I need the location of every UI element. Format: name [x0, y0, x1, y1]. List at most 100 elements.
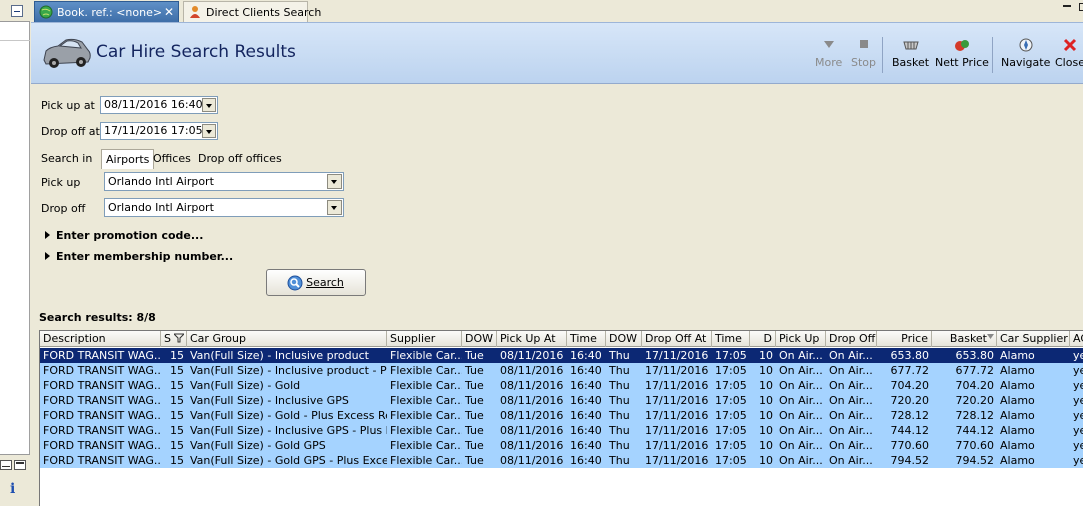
- table-cell: FORD TRANSIT WAG...: [43, 454, 161, 467]
- minimize-icon[interactable]: [0, 460, 12, 470]
- left-panel-header: [0, 0, 30, 22]
- column-header[interactable]: Basket: [932, 331, 997, 347]
- sort-descending-icon: [987, 334, 994, 339]
- pickup-location-value: Orlando Intl Airport: [108, 175, 214, 188]
- table-cell: 16:40: [570, 454, 602, 467]
- search-in-offices[interactable]: Offices: [149, 149, 195, 169]
- table-cell: On Air...: [829, 349, 873, 362]
- table-row[interactable]: FORD TRANSIT WAG... 15 Van(Full Size) - Go…: [40, 453, 1083, 468]
- column-header[interactable]: Supplier: [387, 331, 462, 347]
- column-header[interactable]: Pick Up At: [497, 331, 567, 347]
- window-minimize-icon[interactable]: [1063, 5, 1071, 7]
- table-cell: 17/11/2016: [645, 364, 709, 377]
- tab-booking[interactable]: Book. ref.: <none> ✕: [34, 1, 179, 22]
- pickup-at-field[interactable]: 08/11/2016 16:40: [100, 96, 218, 114]
- results-table: Description S Car Group Supplier DOW Pic…: [39, 330, 1083, 506]
- dropoff-at-field[interactable]: 17/11/2016 17:05: [100, 122, 218, 140]
- search-results-count: Search results: 8/8: [39, 311, 156, 324]
- table-cell: Van(Full Size) - Gold GPS - Plus Excess.…: [190, 454, 387, 467]
- column-header[interactable]: Description: [40, 331, 161, 347]
- search-in-dropoff-offices[interactable]: Drop off offices: [194, 149, 286, 169]
- table-cell: Thu: [609, 439, 630, 452]
- tab-direct-clients-search[interactable]: Direct Clients Search: [183, 1, 321, 22]
- column-header[interactable]: Pick Up: [776, 331, 826, 347]
- window-restore-icon[interactable]: [1079, 3, 1083, 11]
- navigate-button[interactable]: Navigate: [1001, 37, 1050, 69]
- table-cell: 08/11/2016: [500, 454, 564, 467]
- table-row[interactable]: FORD TRANSIT WAG... 15 Van(Full Size) - Go…: [40, 378, 1083, 393]
- table-cell: On Air...: [829, 439, 873, 452]
- table-cell: 16:40: [570, 394, 602, 407]
- expand-arrow-icon: [45, 231, 50, 239]
- calendar-dropdown-icon[interactable]: [202, 98, 216, 112]
- column-header[interactable]: S: [161, 331, 187, 347]
- search-button-label: Search: [306, 276, 344, 289]
- filter-icon: [174, 333, 184, 343]
- close-tab-icon[interactable]: ✕: [164, 2, 174, 23]
- table-cell: On Air...: [779, 364, 823, 377]
- column-header[interactable]: AC: [1070, 331, 1083, 347]
- table-cell: Van(Full Size) - Inclusive GPS: [190, 394, 349, 407]
- table-cell: 16:40: [570, 349, 602, 362]
- table-cell: On Air...: [779, 424, 823, 437]
- column-header[interactable]: D: [750, 331, 776, 347]
- dropoff-location-select[interactable]: Orlando Intl Airport: [104, 198, 344, 217]
- table-cell: Alamo: [1000, 394, 1035, 407]
- pickup-at-label: Pick up at: [41, 99, 95, 112]
- table-cell: 16:40: [570, 409, 602, 422]
- column-header[interactable]: Car Group: [187, 331, 387, 347]
- stop-button[interactable]: Stop: [851, 37, 876, 69]
- table-cell: Thu: [609, 349, 630, 362]
- column-header[interactable]: Car Supplier: [997, 331, 1070, 347]
- membership-number-expander[interactable]: Enter membership number...: [45, 250, 233, 263]
- table-row[interactable]: FORD TRANSIT WAG... 15 Van(Full Size) - Go…: [40, 408, 1083, 423]
- table-cell: 08/11/2016: [500, 424, 564, 437]
- column-header[interactable]: DOW: [606, 331, 642, 347]
- column-header[interactable]: DOW: [462, 331, 497, 347]
- car-icon: [43, 38, 91, 68]
- more-label: More: [815, 56, 843, 69]
- column-header[interactable]: Drop Off: [826, 331, 877, 347]
- table-cell: Van(Full Size) - Gold - Plus Excess Ref.…: [190, 409, 387, 422]
- table-cell: 10: [759, 394, 773, 407]
- table-cell: Thu: [609, 424, 630, 437]
- table-cell: 17/11/2016: [645, 394, 709, 407]
- column-header[interactable]: Drop Off At: [642, 331, 712, 347]
- table-cell: ye: [1073, 379, 1083, 392]
- table-cell: 17:05: [715, 439, 747, 452]
- table-row[interactable]: FORD TRANSIT WAG... 15 Van(Full Size) - In…: [40, 393, 1083, 408]
- close-button[interactable]: Close: [1055, 37, 1083, 69]
- table-cell: Alamo: [1000, 349, 1035, 362]
- info-icon[interactable]: i: [10, 481, 15, 497]
- search-in-airports[interactable]: Airports: [101, 149, 155, 169]
- minimize-panel-icon[interactable]: [11, 5, 23, 17]
- table-cell: Alamo: [1000, 454, 1035, 467]
- table-row[interactable]: FORD TRANSIT WAG... 15 Van(Full Size) - In…: [40, 348, 1083, 363]
- table-cell: FORD TRANSIT WAG...: [43, 379, 161, 392]
- table-row[interactable]: FORD TRANSIT WAG... 15 Van(Full Size) - In…: [40, 423, 1083, 438]
- chevron-down-icon[interactable]: [327, 200, 342, 215]
- table-cell: 17/11/2016: [645, 379, 709, 392]
- chevron-down-icon[interactable]: [327, 174, 342, 189]
- maximize-icon[interactable]: [14, 460, 26, 470]
- promotion-code-expander[interactable]: Enter promotion code...: [45, 229, 203, 242]
- table-row[interactable]: FORD TRANSIT WAG... 15 Van(Full Size) - Go…: [40, 438, 1083, 453]
- basket-button[interactable]: Basket: [892, 37, 929, 69]
- more-button[interactable]: More: [815, 37, 842, 69]
- table-cell: 720.20: [955, 394, 995, 407]
- table-cell: Alamo: [1000, 379, 1035, 392]
- table-cell: 10: [759, 409, 773, 422]
- left-panel-footer: i: [0, 454, 30, 506]
- column-header[interactable]: Time: [712, 331, 750, 347]
- search-button[interactable]: Search: [266, 269, 366, 296]
- calendar-dropdown-icon[interactable]: [202, 124, 216, 138]
- table-cell: 17/11/2016: [645, 409, 709, 422]
- column-header[interactable]: Price: [877, 331, 932, 347]
- nett-price-button[interactable]: Nett Price: [935, 37, 989, 69]
- table-cell: Flexible Car...: [390, 364, 462, 377]
- pickup-location-select[interactable]: Orlando Intl Airport: [104, 172, 344, 191]
- table-cell: 10: [759, 364, 773, 377]
- table-row[interactable]: FORD TRANSIT WAG... 15 Van(Full Size) - In…: [40, 363, 1083, 378]
- toolbar-separator: [882, 37, 883, 73]
- column-header[interactable]: Time: [567, 331, 606, 347]
